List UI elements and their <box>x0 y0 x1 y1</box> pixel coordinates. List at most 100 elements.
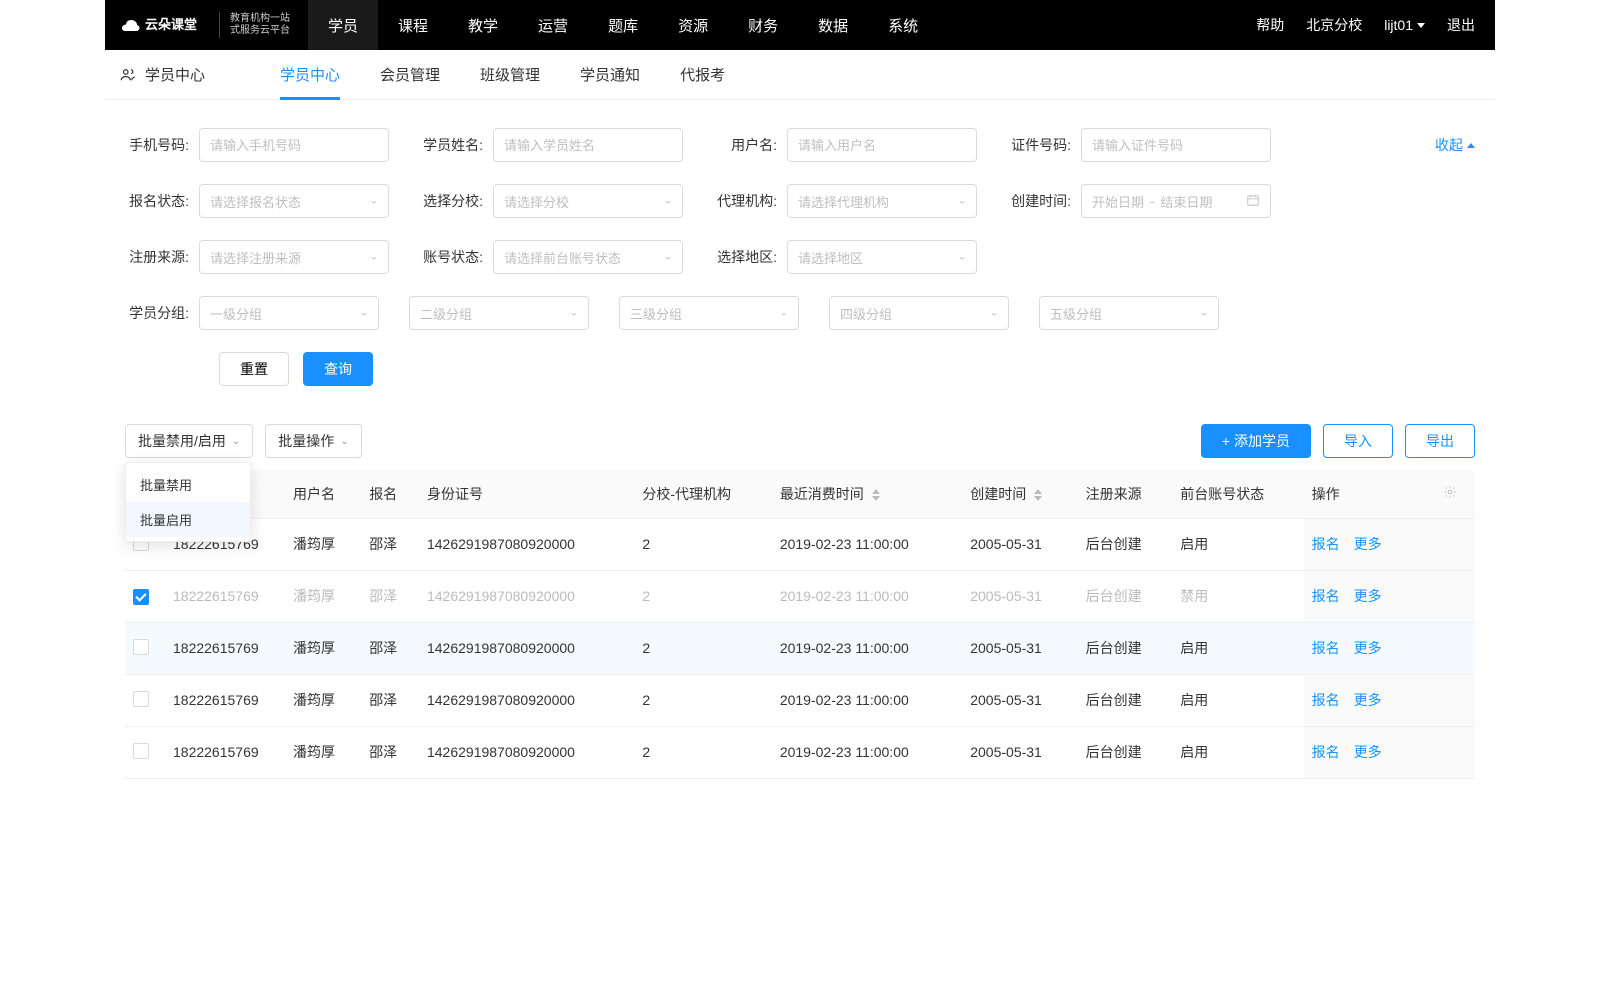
calendar-icon <box>1246 193 1260 210</box>
acct-status-label: 账号状态: <box>419 247 483 267</box>
cell-phone: 18222615769 <box>165 622 285 674</box>
cell-branch: 2 <box>634 570 771 622</box>
cell-signup: 邵泽 <box>361 674 419 726</box>
users-icon <box>119 66 137 84</box>
add-student-button[interactable]: + 添加学员 <box>1201 424 1311 458</box>
name-input[interactable] <box>493 128 683 162</box>
idno-input[interactable] <box>1081 128 1271 162</box>
students-table: 用户名 报名 身份证号 分校-代理机构 最近消费时间 创建时间 注册来源 前台账… <box>125 470 1475 779</box>
bulk-ops-dropdown[interactable]: 批量操作 ⌄ <box>265 424 361 458</box>
subnav-tab-1[interactable]: 会员管理 <box>380 50 440 100</box>
brand-logo: 云朵课堂 教育机构一站 式服务云平台 <box>105 0 308 50</box>
bulk-enable-item[interactable]: 批量启用 <box>126 502 250 537</box>
user-menu[interactable]: lijt01 <box>1384 17 1425 33</box>
cell-status: 启用 <box>1172 518 1303 570</box>
nav-item-5[interactable]: 资源 <box>658 0 728 50</box>
nav-item-7[interactable]: 数据 <box>798 0 868 50</box>
search-button[interactable]: 查询 <box>303 352 373 386</box>
cell-created: 2005-05-31 <box>962 674 1077 726</box>
sort-icon[interactable] <box>1034 489 1042 501</box>
row-signup-link[interactable]: 报名 <box>1312 744 1340 760</box>
cell-status: 启用 <box>1172 622 1303 674</box>
nav-item-2[interactable]: 教学 <box>448 0 518 50</box>
bulk-toggle-dropdown[interactable]: 批量禁用/启用 ⌄ <box>125 424 253 458</box>
col-branch[interactable]: 分校-代理机构 <box>634 470 771 518</box>
nav-item-8[interactable]: 系统 <box>868 0 938 50</box>
cell-username: 潘筠厚 <box>285 726 361 778</box>
col-last-spend[interactable]: 最近消费时间 <box>772 470 962 518</box>
cell-signup: 邵泽 <box>361 726 419 778</box>
reset-button[interactable]: 重置 <box>219 352 289 386</box>
row-more-link[interactable]: 更多 <box>1354 744 1382 760</box>
group1-select[interactable]: 一级分组⌄ <box>199 296 379 330</box>
cell-source: 后台创建 <box>1078 674 1173 726</box>
row-checkbox[interactable] <box>133 639 149 655</box>
column-settings[interactable] <box>1435 470 1475 518</box>
row-checkbox[interactable] <box>133 743 149 759</box>
phone-label: 手机号码: <box>125 135 189 155</box>
col-username[interactable]: 用户名 <box>285 470 361 518</box>
row-signup-link[interactable]: 报名 <box>1312 536 1340 552</box>
group5-select[interactable]: 五级分组⌄ <box>1039 296 1219 330</box>
signup-status-select[interactable]: 请选择报名状态⌄ <box>199 184 389 218</box>
cell-phone: 18222615769 <box>165 570 285 622</box>
help-link[interactable]: 帮助 <box>1256 15 1284 35</box>
collapse-label: 收起 <box>1435 135 1463 155</box>
agent-select[interactable]: 请选择代理机构⌄ <box>787 184 977 218</box>
row-more-link[interactable]: 更多 <box>1354 536 1382 552</box>
bulk-disable-item[interactable]: 批量禁用 <box>126 467 250 502</box>
export-button[interactable]: 导出 <box>1405 424 1475 458</box>
row-more-link[interactable]: 更多 <box>1354 640 1382 656</box>
nav-item-4[interactable]: 题库 <box>588 0 658 50</box>
collapse-filters[interactable]: 收起 <box>1435 135 1475 155</box>
subnav-tab-0[interactable]: 学员中心 <box>280 50 340 100</box>
cell-signup: 邵泽 <box>361 570 419 622</box>
subnav-tab-3[interactable]: 学员通知 <box>580 50 640 100</box>
row-checkbox[interactable] <box>133 589 149 605</box>
username-input[interactable] <box>787 128 977 162</box>
acct-status-select[interactable]: 请选择前台账号状态⌄ <box>493 240 683 274</box>
row-checkbox[interactable] <box>133 691 149 707</box>
group2-select[interactable]: 二级分组⌄ <box>409 296 589 330</box>
name-label: 学员姓名: <box>419 135 483 155</box>
col-created[interactable]: 创建时间 <box>962 470 1077 518</box>
row-signup-link[interactable]: 报名 <box>1312 692 1340 708</box>
group3-select[interactable]: 三级分组⌄ <box>619 296 799 330</box>
nav-item-1[interactable]: 课程 <box>378 0 448 50</box>
cell-branch: 2 <box>634 674 771 726</box>
cell-last-spend: 2019-02-23 11:00:00 <box>772 674 962 726</box>
primary-nav: 学员课程教学运营题库资源财务数据系统 <box>308 0 938 50</box>
subnav-tab-2[interactable]: 班级管理 <box>480 50 540 100</box>
row-more-link[interactable]: 更多 <box>1354 588 1382 604</box>
table-toolbar: 批量禁用/启用 ⌄ 批量禁用 批量启用 批量操作 ⌄ + 添加学员 导入 导出 <box>105 418 1495 470</box>
col-idno[interactable]: 身份证号 <box>419 470 634 518</box>
col-status[interactable]: 前台账号状态 <box>1172 470 1303 518</box>
chevron-up-icon <box>1467 143 1475 148</box>
branch-select[interactable]: 请选择分校⌄ <box>493 184 683 218</box>
cell-branch: 2 <box>634 518 771 570</box>
group-label: 学员分组: <box>125 303 189 323</box>
cell-branch: 2 <box>634 726 771 778</box>
cell-source: 后台创建 <box>1078 518 1173 570</box>
branch-switch[interactable]: 北京分校 <box>1306 15 1362 35</box>
import-button[interactable]: 导入 <box>1323 424 1393 458</box>
row-more-link[interactable]: 更多 <box>1354 692 1382 708</box>
area-select[interactable]: 请选择地区⌄ <box>787 240 977 274</box>
reg-source-select[interactable]: 请选择注册来源⌄ <box>199 240 389 274</box>
area-label: 选择地区: <box>713 247 777 267</box>
nav-item-6[interactable]: 财务 <box>728 0 798 50</box>
nav-item-3[interactable]: 运营 <box>518 0 588 50</box>
col-signup[interactable]: 报名 <box>361 470 419 518</box>
phone-input[interactable] <box>199 128 389 162</box>
logout-link[interactable]: 退出 <box>1447 15 1475 35</box>
row-signup-link[interactable]: 报名 <box>1312 640 1340 656</box>
subnav-tab-4[interactable]: 代报考 <box>680 50 725 100</box>
group4-select[interactable]: 四级分组⌄ <box>829 296 1009 330</box>
col-source[interactable]: 注册来源 <box>1078 470 1173 518</box>
table-row: 18222615769潘筠厚邵泽142629198708092000022019… <box>125 674 1475 726</box>
sort-icon[interactable] <box>872 489 880 501</box>
row-signup-link[interactable]: 报名 <box>1312 588 1340 604</box>
nav-item-0[interactable]: 学员 <box>308 0 378 50</box>
created-date-range[interactable]: 开始日期 - 结束日期 <box>1081 184 1271 218</box>
user-name: lijt01 <box>1384 17 1413 33</box>
